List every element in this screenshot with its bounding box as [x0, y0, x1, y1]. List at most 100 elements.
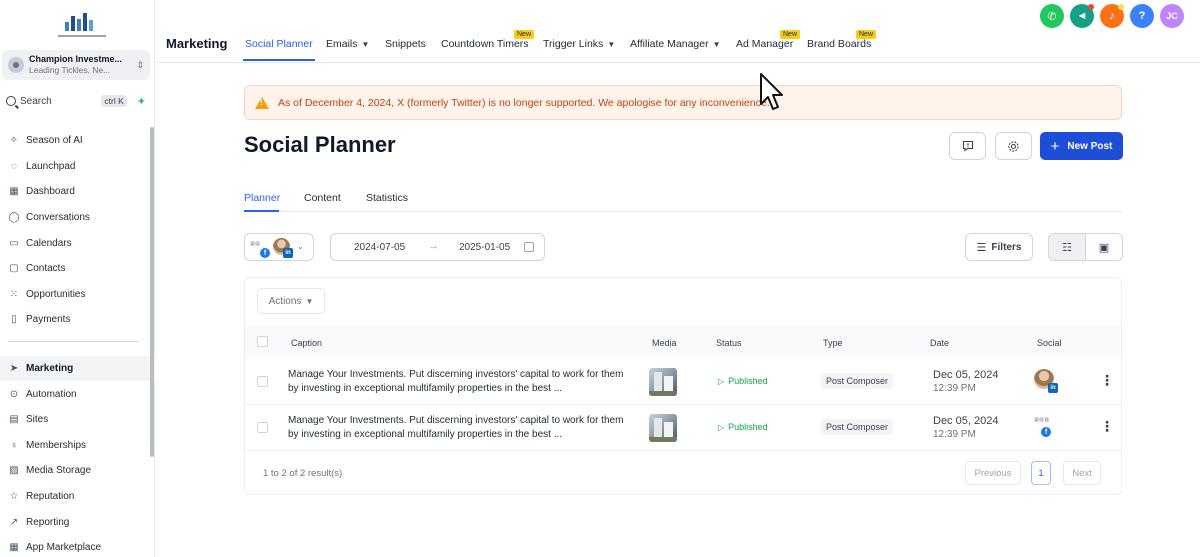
list-icon: ☷ [1062, 241, 1072, 254]
tab-social-planner[interactable]: Social Planner [245, 38, 313, 50]
megaphone-icon[interactable]: ◄ [1070, 4, 1094, 28]
social-account-avatar: in [1034, 369, 1058, 393]
feedback-button[interactable] [949, 132, 986, 160]
post-caption: Manage Your Investments. Put discerning … [288, 369, 624, 394]
tab-trigger-links[interactable]: Trigger Links ▼ [543, 38, 615, 50]
actions-label: Actions [268, 295, 302, 307]
tab-affiliate-manager[interactable]: Affiliate Manager ▼ [630, 38, 721, 50]
gear-icon [1008, 140, 1019, 152]
bell-icon[interactable]: ♪ [1100, 4, 1124, 28]
status-badge: ▷ Published [718, 422, 768, 432]
row-checkbox[interactable] [257, 376, 268, 387]
tab-snippets[interactable]: Snippets [385, 38, 426, 50]
more-options-icon[interactable]: ⋮ [1100, 418, 1114, 435]
tab-emails[interactable]: Emails ▼ [326, 38, 369, 50]
linkedin-icon: in [1048, 383, 1058, 393]
page-number-button[interactable]: 1 [1031, 461, 1051, 485]
sidebar-item-label: App Marketplace [26, 542, 102, 554]
select-all-checkbox[interactable] [257, 336, 268, 347]
results-count: 1 to 2 of 2 result(s) [263, 468, 343, 479]
row-checkbox[interactable] [257, 422, 268, 433]
sidebar-item-label: Season of AI [26, 135, 83, 147]
section-title: Marketing [166, 36, 228, 51]
payments-icon: ▯ [11, 314, 17, 326]
date-start: 2024-07-05 [354, 242, 406, 253]
user-avatar[interactable]: JC [1160, 4, 1184, 28]
sidebar-item-reputation[interactable]: ☆ Reputation [0, 484, 155, 510]
search-label: Search [20, 95, 52, 107]
memberships-icon: ♁ [10, 439, 18, 451]
tab-content[interactable]: Content [304, 192, 341, 204]
sidebar-item-launchpad[interactable]: ◌ Launchpad [0, 154, 155, 180]
feedback-icon [962, 140, 973, 152]
post-date: Dec 05, 2024 12:39 PM [933, 414, 998, 442]
media-thumbnail[interactable] [649, 368, 677, 396]
settings-button[interactable] [995, 132, 1032, 160]
send-icon: ➤ [9, 363, 19, 375]
previous-page-button[interactable]: Previous [965, 461, 1021, 485]
status-text: Published [728, 376, 768, 386]
sidebar-item-contacts[interactable]: ▢ Contacts [0, 256, 155, 282]
warning-icon [255, 96, 269, 109]
sidebar-scrollbar[interactable] [150, 127, 154, 457]
date-text: Dec 05, 2024 [933, 369, 999, 381]
next-page-button[interactable]: Next [1063, 461, 1101, 485]
posts-table: Actions ▼ Caption Media Status Type Date… [244, 277, 1122, 495]
tab-brand-boards[interactable]: Brand Boards [807, 38, 871, 50]
star-icon: ☆ [9, 491, 19, 503]
tab-label: Countdown Timers [441, 38, 529, 50]
list-view-button[interactable]: ☷ [1049, 234, 1086, 260]
social-account-selector[interactable]: ▥▥ f in ⌄ [244, 233, 314, 261]
sidebar: Champion Investme... Leading Tickles, Ne… [0, 0, 155, 557]
table-row[interactable]: Manage Your Investments. Put discerning … [245, 405, 1121, 451]
sidebar-item-media-storage[interactable]: ▨ Media Storage [0, 458, 155, 484]
sidebar-search[interactable]: Search ctrl K ✦ [6, 93, 146, 109]
tab-planner[interactable]: Planner [244, 192, 280, 204]
sidebar-item-payments[interactable]: ▯ Payments [0, 307, 155, 333]
mouse-cursor-icon [760, 73, 783, 110]
sidebar-item-reporting[interactable]: ↗ Reporting [0, 509, 155, 535]
sidebar-item-label: Media Storage [26, 465, 92, 477]
sidebar-item-season-of-ai[interactable]: ✧ Season of AI [0, 128, 155, 154]
sparkles-icon: ✧ [9, 135, 19, 147]
phone-icon[interactable]: ✆ [1040, 4, 1064, 28]
type-badge: Post Composer [821, 373, 894, 389]
status-text: Published [728, 422, 768, 432]
tab-statistics[interactable]: Statistics [366, 192, 408, 204]
facebook-icon: f [260, 248, 270, 258]
sidebar-item-opportunities[interactable]: ⁙ Opportunities [0, 282, 155, 308]
sidebar-item-automation[interactable]: ⊙ Automation [0, 381, 155, 407]
media-thumbnail[interactable] [649, 414, 677, 442]
actions-dropdown[interactable]: Actions ▼ [257, 288, 325, 314]
date-range-picker[interactable]: 2024-07-05 → 2025-01-05 [330, 233, 545, 261]
sidebar-item-conversations[interactable]: ◯ Conversations [0, 205, 155, 231]
tab-ad-manager[interactable]: Ad Manager [736, 38, 793, 50]
tab-countdown-timers[interactable]: Countdown Timers [441, 38, 529, 50]
sidebar-item-dashboard[interactable]: ▦ Dashboard [0, 179, 155, 205]
sidebar-item-marketing[interactable]: ➤ Marketing [0, 355, 155, 382]
more-options-icon[interactable]: ⋮ [1100, 372, 1114, 389]
table-row[interactable]: Manage Your Investments. Put discerning … [245, 359, 1121, 405]
trend-icon: ↗ [9, 516, 19, 528]
account-name: Champion Investme... [29, 54, 123, 64]
contacts-icon: ▢ [9, 263, 19, 275]
help-icon[interactable]: ? [1130, 4, 1154, 28]
sidebar-item-app-marketplace[interactable]: ▦ App Marketplace [0, 535, 155, 557]
column-date: Date [930, 338, 950, 348]
sidebar-item-calendars[interactable]: ▭ Calendars [0, 230, 155, 256]
calendar-view-button[interactable]: ▣ [1086, 234, 1122, 260]
new-post-button[interactable]: + New Post [1040, 132, 1123, 160]
sidebar-item-sites[interactable]: ▤ Sites [0, 407, 155, 433]
sidebar-item-label: Launchpad [26, 160, 76, 172]
sidebar-nav: ✧ Season of AI ◌ Launchpad ▦ Dashboard ◯ Con… [0, 128, 155, 557]
status-badge: ▷ Published [718, 376, 768, 386]
sidebar-item-memberships[interactable]: ♁ Memberships [0, 433, 155, 459]
bolt-icon[interactable]: ✦ [137, 95, 146, 108]
table-header: Caption Media Status Type Date Social [245, 325, 1121, 359]
account-subtitle: Leading Tickles, Ne... [29, 65, 111, 75]
filters-button[interactable]: ☰ Filters [965, 233, 1033, 261]
account-switcher[interactable]: Champion Investme... Leading Tickles, Ne… [2, 50, 150, 80]
social-account-avatar: ▥▥▥ f [1034, 415, 1056, 437]
chat-bubble-icon: ◯ [8, 212, 20, 224]
tab-label: Emails [326, 38, 358, 50]
